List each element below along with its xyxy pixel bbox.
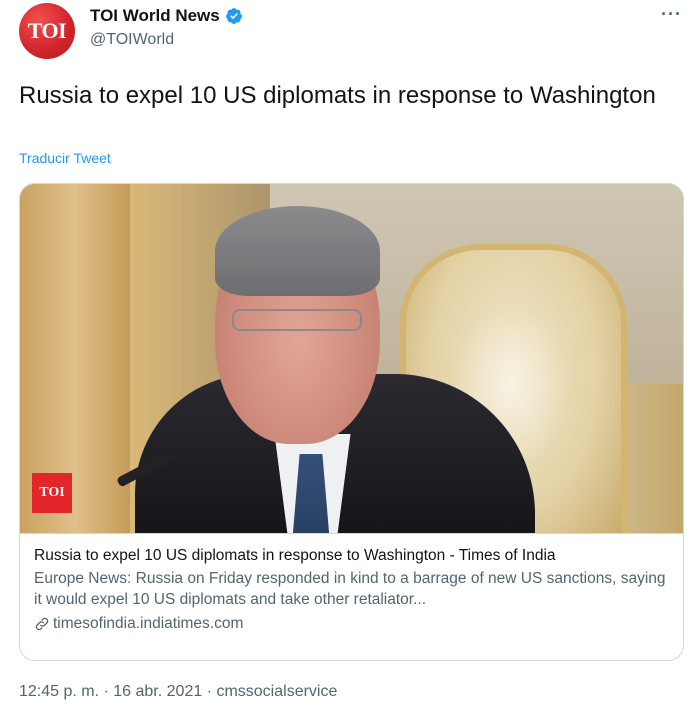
verified-badge-icon bbox=[225, 8, 242, 24]
tweet-source: cmssocialservice bbox=[216, 683, 338, 700]
link-icon bbox=[35, 617, 49, 630]
toi-logo-badge: TOI bbox=[32, 473, 72, 513]
translate-tweet-link[interactable]: Traducir Tweet bbox=[19, 150, 111, 166]
display-name[interactable]: TOI World News bbox=[90, 6, 220, 26]
tweet-date[interactable]: 16 abr. 2021 bbox=[113, 683, 202, 700]
meta-separator: · bbox=[202, 683, 217, 700]
card-title: Russia to expel 10 US diplomats in respo… bbox=[34, 547, 556, 564]
card-description: Europe News: Russia on Friday responded … bbox=[34, 570, 666, 608]
display-name-row[interactable]: TOI World News bbox=[90, 6, 243, 26]
card-domain: timesofindia.indiatimes.com bbox=[53, 615, 244, 632]
account-header: TOI World News @TOIWorld bbox=[90, 6, 243, 49]
more-options-icon[interactable]: ··· bbox=[661, 4, 682, 25]
link-card[interactable]: TOI Russia to expel 10 US diplomats in r… bbox=[19, 183, 684, 661]
image-person-glasses bbox=[232, 309, 362, 331]
meta-separator: · bbox=[99, 683, 114, 700]
image-person-hair bbox=[215, 206, 380, 296]
tweet-text: Russia to expel 10 US diplomats in respo… bbox=[19, 82, 656, 109]
tweet-meta: 12:45 p. m. · 16 abr. 2021 · cmssocialse… bbox=[19, 683, 337, 701]
handle[interactable]: @TOIWorld bbox=[90, 31, 243, 49]
tweet-time[interactable]: 12:45 p. m. bbox=[19, 683, 99, 700]
card-body[interactable]: Russia to expel 10 US diplomats in respo… bbox=[20, 533, 683, 634]
card-image[interactable]: TOI bbox=[20, 184, 683, 533]
avatar[interactable]: TOI bbox=[19, 3, 75, 59]
card-domain-row: timesofindia.indiatimes.com bbox=[34, 613, 669, 634]
